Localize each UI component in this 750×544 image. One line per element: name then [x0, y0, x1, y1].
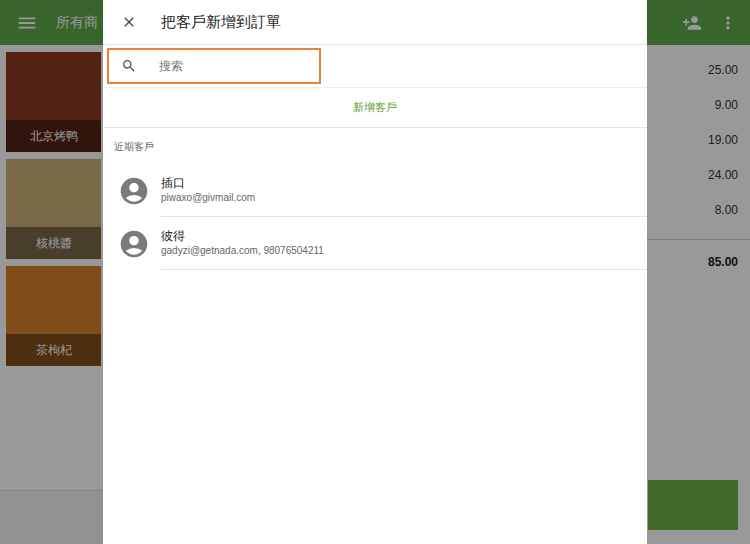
customer-name: 插口 [161, 175, 647, 191]
avatar-icon [118, 228, 150, 260]
search-field[interactable]: 搜索 [107, 48, 321, 84]
customer-name: 彼得 [161, 228, 647, 244]
close-icon[interactable] [121, 14, 137, 30]
customer-detail: piwaxo@givmail.com [161, 191, 647, 205]
search-icon [121, 58, 137, 74]
add-customer-dialog: 把客戶新增到訂單搜索新增客戶近期客戶插口piwaxo@givmail.com彼得… [103, 0, 647, 544]
customer-list: 插口piwaxo@givmail.com彼得gadyzi@getnada.com… [103, 164, 647, 270]
app-screen: 所有商北京烤鸭核桃醬茶枸杞25.009.0019.0024.008.0085.0… [0, 0, 750, 544]
recent-label: 近期客戶 [103, 128, 647, 164]
avatar-icon [118, 175, 150, 207]
customer-row[interactable]: 彼得gadyzi@getnada.com, 98076504211 [103, 217, 647, 270]
add-customer-link[interactable]: 新增客戶 [103, 88, 647, 128]
dialog-header: 把客戶新增到訂單 [103, 0, 647, 45]
dialog-title: 把客戶新增到訂單 [161, 11, 281, 34]
search-placeholder: 搜索 [159, 57, 183, 75]
customer-detail: gadyzi@getnada.com, 98076504211 [161, 244, 647, 258]
customer-row[interactable]: 插口piwaxo@givmail.com [103, 164, 647, 217]
